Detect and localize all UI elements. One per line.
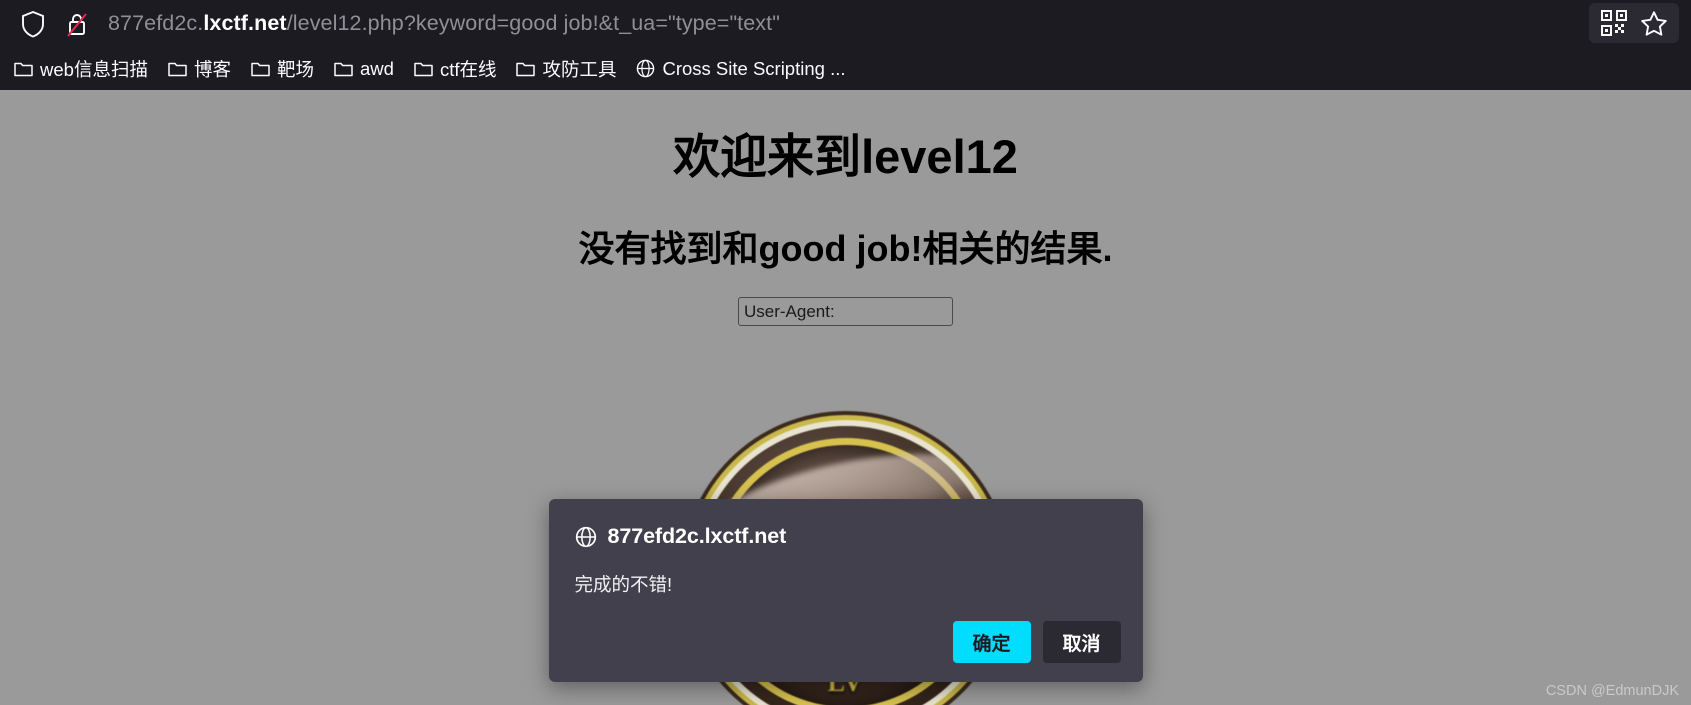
bookmark-cross-site-scripting[interactable]: Cross Site Scripting ... xyxy=(626,53,855,85)
folder-icon xyxy=(168,60,187,77)
user-agent-input[interactable] xyxy=(738,297,953,326)
bookmark-label: Cross Site Scripting ... xyxy=(662,57,846,79)
bookmark-label: ctf在线 xyxy=(439,58,497,80)
confirm-button[interactable]: 确定 xyxy=(952,621,1031,663)
bookmark-label: 靶场 xyxy=(276,58,314,80)
user-agent-form xyxy=(0,297,1691,326)
watermark: CSDN @EdmunDJK xyxy=(1545,683,1679,699)
url-text[interactable]: 877efd2c.lxctf.net/level12.php?keyword=g… xyxy=(108,11,780,36)
page-title: 欢迎来到level12 xyxy=(673,130,1018,183)
url-host: lxctf.net xyxy=(203,11,287,35)
dialog-message: 完成的不错! xyxy=(574,574,673,595)
url-bar-actions xyxy=(1589,3,1679,43)
shield-icon[interactable] xyxy=(18,9,48,39)
folder-icon xyxy=(516,60,536,77)
folder-icon xyxy=(334,60,353,77)
bookmark-attack-defense-tools[interactable]: 攻防工具 xyxy=(506,51,626,87)
dialog-origin-title: 877efd2c.lxctf.net xyxy=(607,524,787,548)
dialog-actions: 确定 取消 xyxy=(952,621,1121,663)
page-content: 欢迎来到level12 没有找到和good job!相关的结果. 12 LV xyxy=(0,90,1691,705)
bookmark-web-scan[interactable]: web信息扫描 xyxy=(4,51,158,87)
dialog-header: 877efd2c.lxctf.net xyxy=(549,499,1143,549)
bookmark-label: web信息扫描 xyxy=(40,58,148,80)
star-icon[interactable] xyxy=(1637,7,1671,39)
globe-icon xyxy=(575,526,597,548)
browser-chrome: 877efd2c.lxctf.net/level12.php?keyword=g… xyxy=(0,0,1691,90)
url-prefix: 877efd2c. xyxy=(108,11,204,35)
bookmark-blog[interactable]: 博客 xyxy=(158,51,241,87)
bookmark-awd[interactable]: awd xyxy=(324,53,404,85)
url-path: /level12.php?keyword=good job!&t_ua="typ… xyxy=(286,11,780,35)
lock-broken-icon[interactable] xyxy=(62,9,92,39)
url-bar-row: 877efd2c.lxctf.net/level12.php?keyword=g… xyxy=(0,0,1691,47)
bookmark-ctf-online[interactable]: ctf在线 xyxy=(404,51,507,87)
bookmark-label: 攻防工具 xyxy=(542,58,617,80)
js-alert-dialog: 877efd2c.lxctf.net 完成的不错! 确定 取消 xyxy=(548,499,1143,682)
bookmarks-bar: web信息扫描 博客 靶场 awd ctf在线 攻防工具 Cross Site … xyxy=(0,47,1691,90)
bookmark-label: 博客 xyxy=(193,58,231,80)
search-result-message: 没有找到和good job!相关的结果. xyxy=(578,228,1113,269)
folder-icon xyxy=(414,60,433,77)
bookmark-label: awd xyxy=(359,57,394,79)
cancel-button[interactable]: 取消 xyxy=(1042,621,1121,663)
bookmark-range[interactable]: 靶场 xyxy=(241,51,324,87)
globe-icon xyxy=(636,59,655,78)
folder-icon xyxy=(14,60,33,77)
qr-code-icon[interactable] xyxy=(1597,7,1631,39)
folder-icon xyxy=(251,60,270,77)
